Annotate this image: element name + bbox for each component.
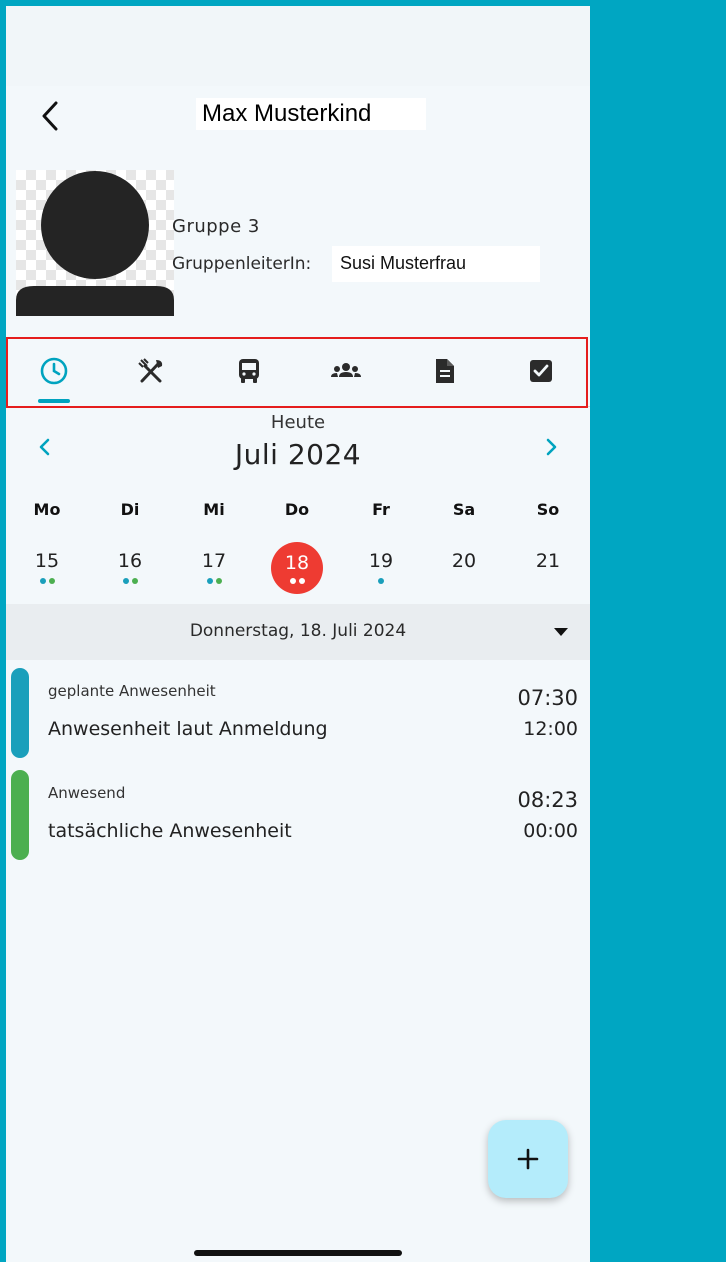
avatar xyxy=(16,170,174,316)
day-number: 15 xyxy=(34,550,60,572)
entry-label: geplante Anwesenheit xyxy=(48,682,216,700)
tab-checklist[interactable] xyxy=(511,336,571,406)
day-number: 21 xyxy=(535,550,561,572)
entry-color-bar xyxy=(11,668,29,758)
tab-transport[interactable] xyxy=(219,336,279,406)
clock-icon xyxy=(40,357,68,385)
calendar-day-selected[interactable]: 18 xyxy=(267,540,327,596)
tab-attendance[interactable] xyxy=(24,336,84,406)
event-dots xyxy=(17,578,77,584)
back-button[interactable] xyxy=(34,96,66,136)
tab-meals[interactable] xyxy=(121,336,181,406)
entry-end-time: 00:00 xyxy=(523,820,578,842)
fork-knife-icon xyxy=(138,358,163,383)
day-number: 17 xyxy=(201,550,227,572)
day-number: 16 xyxy=(117,550,143,572)
next-month-button[interactable] xyxy=(536,430,566,464)
home-indicator xyxy=(194,1250,402,1256)
entry-description: tatsächliche Anwesenheit xyxy=(48,820,292,842)
plus-icon xyxy=(517,1148,539,1170)
event-dot xyxy=(131,578,138,584)
day-number: 20 xyxy=(451,550,477,572)
event-dots xyxy=(351,578,411,584)
calendar-day[interactable]: 21 xyxy=(518,540,578,596)
event-dots xyxy=(267,578,327,584)
event-dot xyxy=(378,578,384,584)
entry-description: Anwesenheit laut Anmeldung xyxy=(48,718,328,740)
event-dot xyxy=(48,578,55,584)
caret-down-icon xyxy=(554,628,568,636)
event-dots xyxy=(184,578,244,584)
day-number: 18 xyxy=(284,552,310,574)
leader-name: Susi Musterfrau xyxy=(332,246,540,282)
weekday-label: Sa xyxy=(452,500,476,519)
day-number: 19 xyxy=(368,550,394,572)
document-icon xyxy=(436,359,454,383)
weekday-label: Do xyxy=(284,500,310,519)
calendar-day[interactable]: 15 xyxy=(17,540,77,596)
event-dot xyxy=(289,578,296,584)
event-dot xyxy=(39,578,46,584)
tab-documents[interactable] xyxy=(414,336,474,406)
tab-bar xyxy=(6,336,590,407)
person-silhouette-icon xyxy=(16,171,174,316)
group-label: Gruppe 3 xyxy=(172,216,260,237)
leader-label: GruppenleiterIn: xyxy=(172,254,312,274)
today-button[interactable]: Heute xyxy=(6,412,590,433)
event-dot xyxy=(122,578,129,584)
group-icon xyxy=(331,363,361,377)
calendar-day[interactable]: 17 xyxy=(184,540,244,596)
entry-label: Anwesend xyxy=(48,784,126,802)
chevron-left-icon xyxy=(42,101,58,131)
weekday-label: So xyxy=(536,500,560,519)
calendar-day[interactable]: 16 xyxy=(100,540,160,596)
weekday-label: Di xyxy=(120,500,140,519)
entry-color-bar xyxy=(11,770,29,860)
weekday-label: Mi xyxy=(203,500,225,519)
weekday-label: Fr xyxy=(372,500,390,519)
event-dots xyxy=(100,578,160,584)
checkbox-icon xyxy=(530,360,552,382)
event-dot xyxy=(298,578,305,584)
event-dot xyxy=(215,578,222,584)
selected-date-dropdown[interactable]: Donnerstag, 18. Juli 2024 xyxy=(6,604,590,660)
tab-group[interactable] xyxy=(316,336,376,406)
chevron-right-icon xyxy=(546,438,557,456)
entry-start-time: 08:23 xyxy=(517,788,578,812)
event-dot xyxy=(206,578,213,584)
calendar-day[interactable]: 19 xyxy=(351,540,411,596)
attendance-entry[interactable]: geplante Anwesenheit Anwesenheit laut An… xyxy=(6,668,590,760)
attendance-entry[interactable]: Anwesend tatsächliche Anwesenheit 08:23 … xyxy=(6,770,590,862)
bus-icon xyxy=(239,359,259,383)
weekday-label: Mo xyxy=(33,500,61,519)
add-entry-button[interactable] xyxy=(488,1120,568,1198)
month-label: Juli 2024 xyxy=(234,438,362,471)
active-tab-indicator xyxy=(38,399,70,403)
entry-end-time: 12:00 xyxy=(523,718,578,740)
selected-date-label: Donnerstag, 18. Juli 2024 xyxy=(189,621,407,641)
page-title: Max Musterkind xyxy=(196,98,426,130)
app-screen: Max Musterkind Gruppe 3 GruppenleiterIn:… xyxy=(6,6,590,1262)
calendar-day[interactable]: 20 xyxy=(434,540,494,596)
entry-start-time: 07:30 xyxy=(517,686,578,710)
status-bar xyxy=(6,6,590,86)
